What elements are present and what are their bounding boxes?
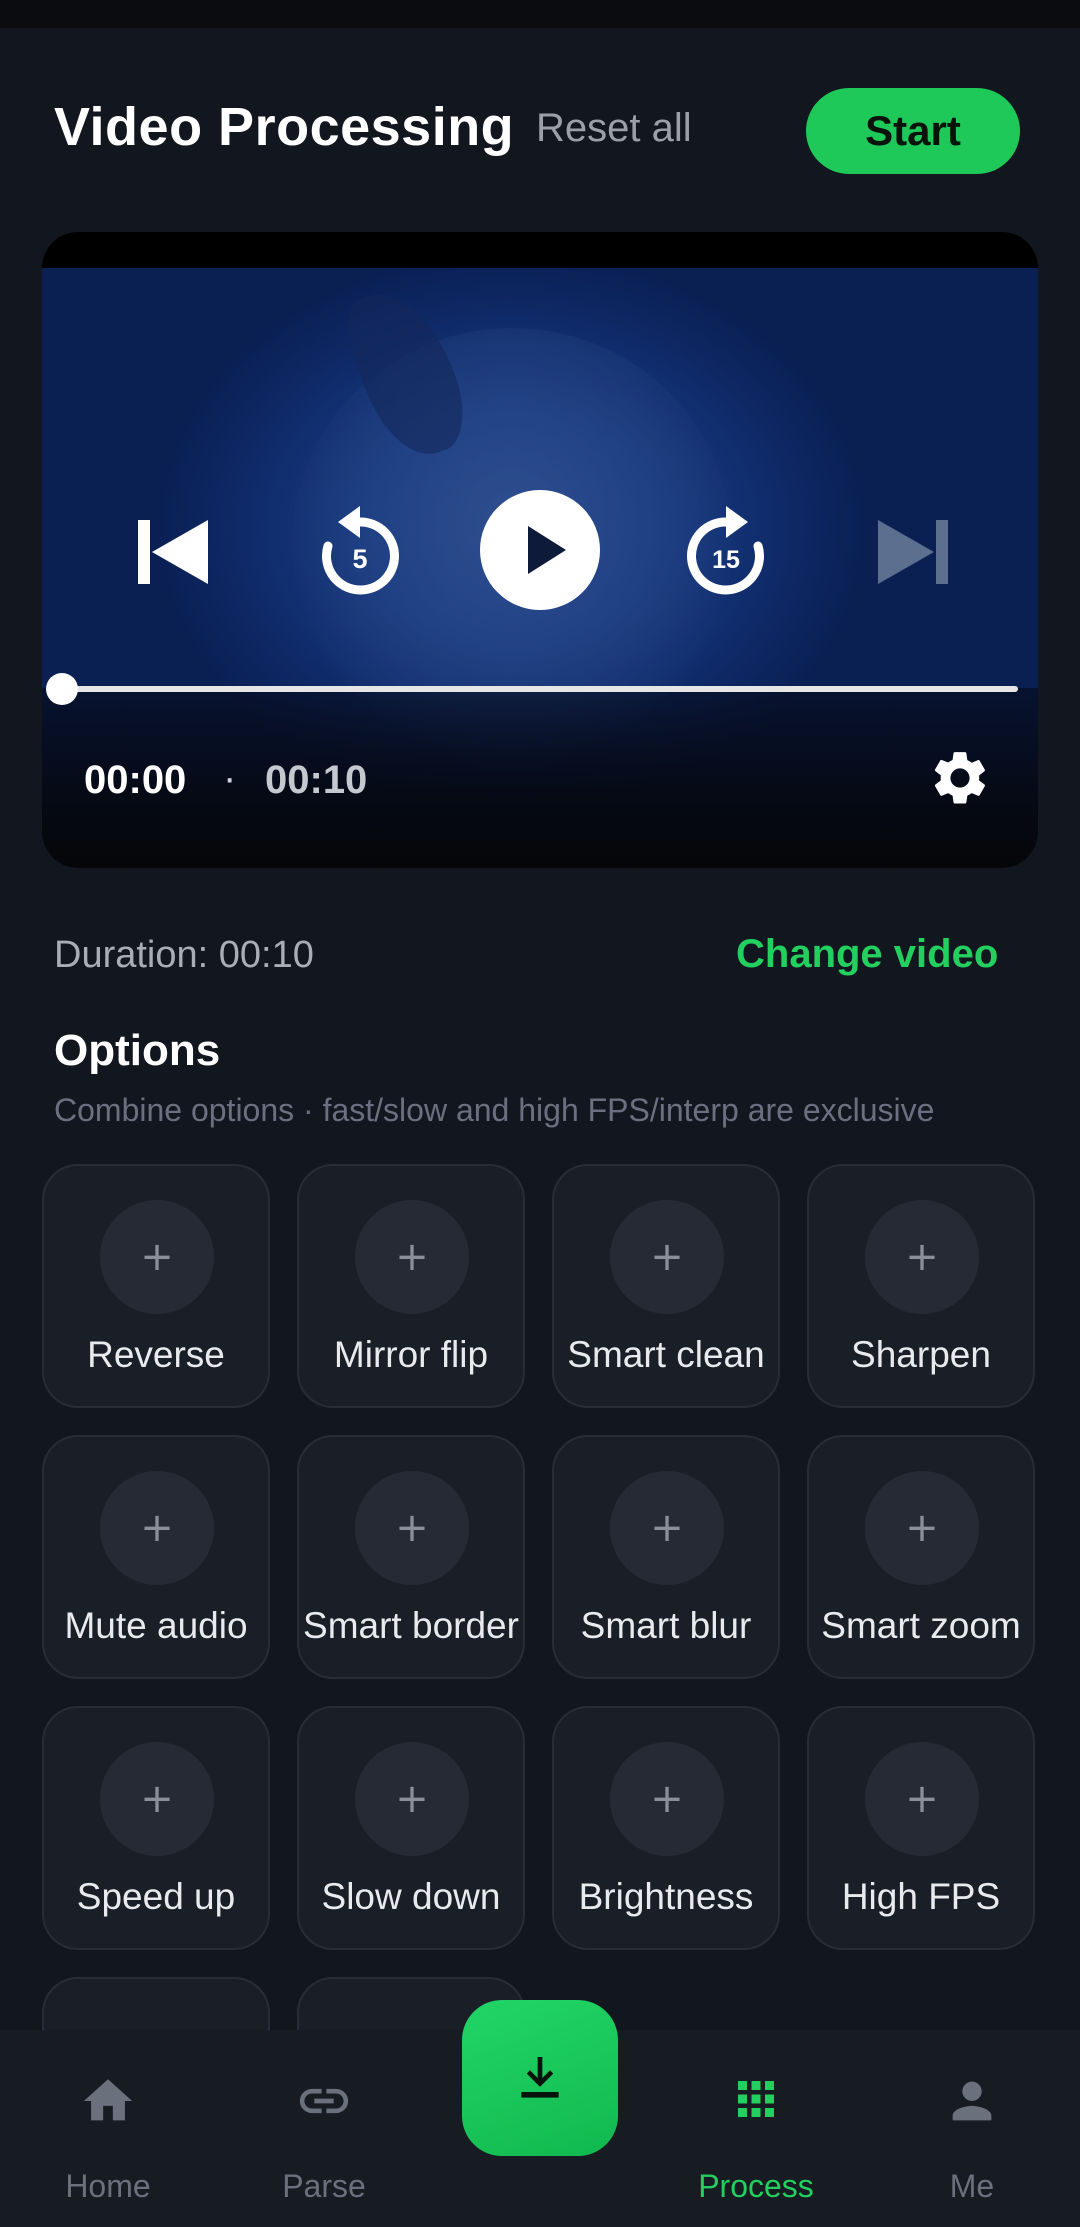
nav-label: Process: [698, 2168, 814, 2204]
gear-icon[interactable]: [928, 746, 992, 815]
option-label: Sharpen: [851, 1334, 991, 1375]
plus-icon: +: [100, 1471, 214, 1585]
option-label: Mirror flip: [333, 1334, 489, 1375]
page-title: Video Processing: [54, 97, 515, 157]
skip-previous-icon[interactable]: [130, 510, 214, 594]
option-tile[interactable]: + Smart clean: [552, 1164, 780, 1408]
nav-label: Home: [65, 2168, 151, 2204]
option-label: Mute audio: [64, 1605, 248, 1646]
option-tile[interactable]: + Reverse: [42, 1164, 270, 1408]
skip-next-icon[interactable]: [872, 510, 956, 594]
plus-icon: +: [610, 1742, 724, 1856]
duration-label: Duration: 00:10: [54, 934, 314, 976]
option-label: Smart blur: [580, 1605, 752, 1646]
nav-label: Parse: [282, 2168, 366, 2204]
option-tile[interactable]: + Smart zoom: [807, 1435, 1035, 1679]
status-bar: [0, 0, 1080, 28]
time-separator: ·: [223, 756, 237, 800]
total-time: 00:10: [265, 758, 368, 802]
link-icon: [295, 2072, 353, 2135]
person-icon: [943, 2072, 1001, 2135]
option-tile[interactable]: + Mute audio: [42, 1435, 270, 1679]
option-label: Smart border: [303, 1605, 519, 1646]
option-label: Speed up: [76, 1876, 236, 1917]
plus-icon: +: [865, 1200, 979, 1314]
nav-item-home[interactable]: Home: [28, 2030, 188, 2227]
nav-item-process[interactable]: Process: [676, 2030, 836, 2227]
plus-icon: +: [610, 1200, 724, 1314]
plus-icon: +: [355, 1200, 469, 1314]
option-tile[interactable]: + Mirror flip: [297, 1164, 525, 1408]
plus-icon: +: [355, 1471, 469, 1585]
option-label: Brightness: [578, 1876, 754, 1917]
option-tile[interactable]: + Brightness: [552, 1706, 780, 1950]
reset-all-button[interactable]: Reset all: [536, 106, 692, 151]
option-label: Smart zoom: [821, 1605, 1021, 1646]
options-heading: Options: [54, 1026, 221, 1075]
option-label: Reverse: [87, 1334, 225, 1375]
nav-label: Me: [949, 2168, 995, 2204]
current-time: 00:00: [84, 758, 187, 802]
option-label: Slow down: [321, 1876, 501, 1917]
option-tile[interactable]: + Smart blur: [552, 1435, 780, 1679]
play-icon: [528, 526, 566, 574]
option-tile[interactable]: + Speed up: [42, 1706, 270, 1950]
option-label: Smart clean: [567, 1334, 765, 1375]
change-video-link[interactable]: Change video: [736, 932, 998, 977]
plus-icon: +: [355, 1742, 469, 1856]
plus-icon: +: [610, 1471, 724, 1585]
progress-track[interactable]: [62, 686, 1018, 692]
plus-icon: +: [100, 1742, 214, 1856]
forward-15-icon[interactable]: 15: [674, 500, 778, 604]
play-button[interactable]: [480, 490, 600, 610]
nav-item-parse[interactable]: Parse: [244, 2030, 404, 2227]
start-button[interactable]: Start: [806, 88, 1020, 174]
option-label: High FPS: [841, 1876, 1001, 1917]
progress-handle[interactable]: [46, 673, 78, 705]
video-player[interactable]: 5 15 00:00 · 00:10: [42, 232, 1038, 868]
option-tile[interactable]: + High FPS: [807, 1706, 1035, 1950]
player-controls-overlay: [42, 688, 1038, 868]
replay-5-icon[interactable]: 5: [308, 500, 412, 604]
download-icon: [521, 2057, 559, 2098]
plus-icon: +: [100, 1200, 214, 1314]
options-subtitle: Combine options · fast/slow and high FPS…: [54, 1092, 935, 1128]
option-tile[interactable]: + Sharpen: [807, 1164, 1035, 1408]
home-icon: [79, 2072, 137, 2135]
option-tile[interactable]: + Slow down: [297, 1706, 525, 1950]
download-button[interactable]: [462, 2000, 618, 2156]
forward-seconds-label: 15: [712, 546, 740, 574]
option-tile[interactable]: + Smart border: [297, 1435, 525, 1679]
grid-icon: [729, 2072, 783, 2131]
plus-icon: +: [865, 1742, 979, 1856]
plus-icon: +: [865, 1471, 979, 1585]
nav-item-me[interactable]: Me: [892, 2030, 1052, 2227]
replay-seconds-label: 5: [352, 544, 367, 574]
